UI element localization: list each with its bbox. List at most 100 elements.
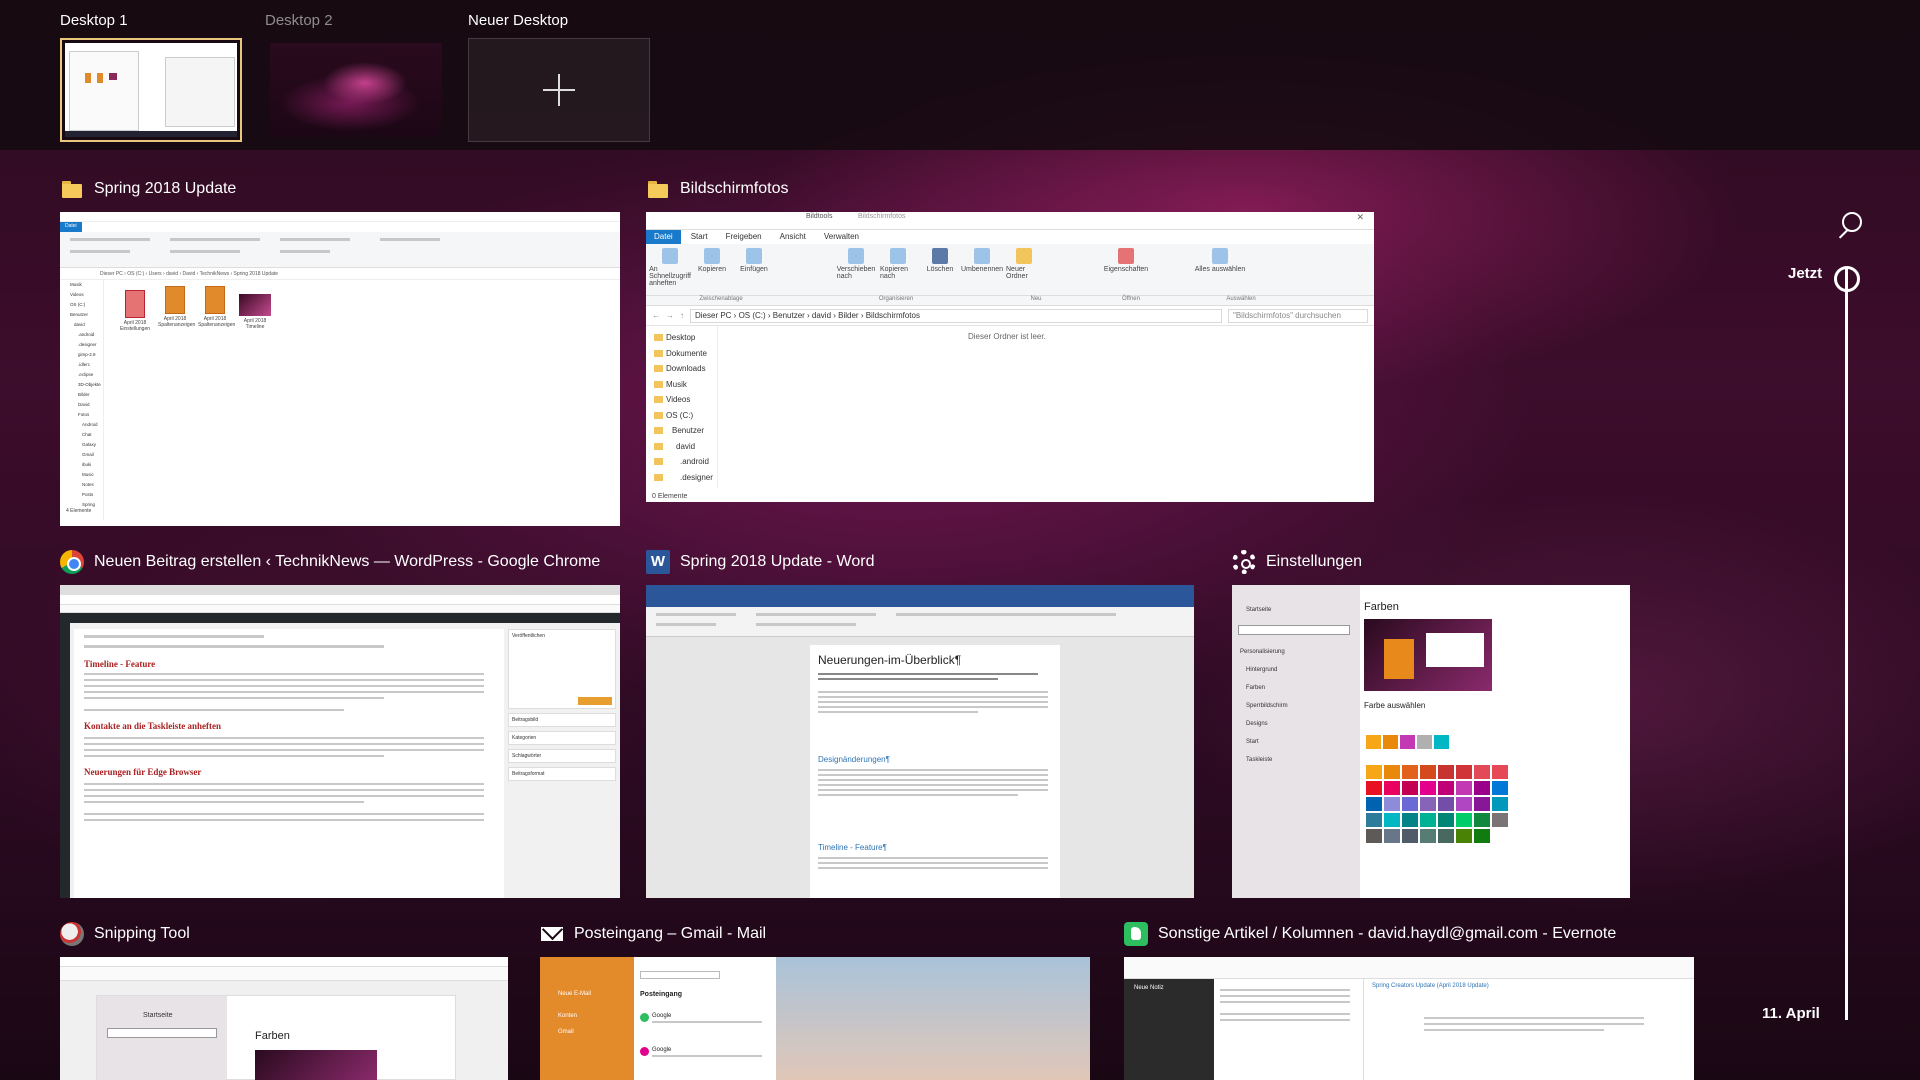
recent-color-swatch[interactable] bbox=[1434, 735, 1449, 749]
color-swatch[interactable] bbox=[1438, 797, 1454, 811]
color-swatch[interactable] bbox=[1402, 829, 1418, 843]
color-swatch[interactable] bbox=[1492, 813, 1508, 827]
color-swatch[interactable] bbox=[1474, 829, 1490, 843]
search-input[interactable]: "Bildschirmfotos" durchsuchen bbox=[1228, 308, 1368, 323]
color-swatch[interactable] bbox=[1456, 813, 1472, 827]
color-swatch[interactable] bbox=[1366, 813, 1382, 827]
tab-start[interactable]: Start bbox=[683, 230, 716, 244]
color-swatch[interactable] bbox=[1438, 765, 1454, 779]
tree-item[interactable]: Dokumente bbox=[646, 346, 717, 362]
color-swatch[interactable] bbox=[1366, 765, 1382, 779]
tab-verwalten[interactable]: Verwalten bbox=[816, 230, 867, 244]
color-swatch[interactable] bbox=[1438, 781, 1454, 795]
color-swatch[interactable] bbox=[1474, 797, 1490, 811]
publish-box[interactable]: Veröffentlichen bbox=[508, 629, 616, 709]
tree-item[interactable]: Musik bbox=[646, 377, 717, 393]
color-swatch[interactable] bbox=[1384, 829, 1400, 843]
color-swatch[interactable] bbox=[1420, 797, 1436, 811]
tree-item[interactable]: .designer bbox=[646, 470, 717, 486]
color-swatch[interactable] bbox=[1402, 765, 1418, 779]
color-swatch[interactable] bbox=[1456, 765, 1472, 779]
recent-color-swatch[interactable] bbox=[1417, 735, 1432, 749]
mail-list[interactable]: Posteingang Google Google bbox=[634, 957, 776, 1080]
recent-color-swatch[interactable] bbox=[1400, 735, 1415, 749]
color-swatch[interactable] bbox=[1384, 781, 1400, 795]
color-swatch[interactable] bbox=[1456, 797, 1472, 811]
color-swatch[interactable] bbox=[1384, 765, 1400, 779]
select-all-button[interactable]: Alles auswählen bbox=[1190, 248, 1250, 291]
window-thumbnail[interactable]: Neuerungen-im-Überblick¶ Designänderunge… bbox=[646, 585, 1194, 898]
tree-item[interactable]: Videos bbox=[646, 392, 717, 408]
properties-button[interactable]: Eigenschaften bbox=[1104, 248, 1148, 291]
tree-item[interactable]: .android bbox=[646, 454, 717, 470]
file-item[interactable]: April 2018 Timeline bbox=[238, 294, 272, 330]
timeline-scrollbar[interactable] bbox=[1845, 268, 1848, 1020]
color-swatch[interactable] bbox=[1402, 813, 1418, 827]
window-thumbnail[interactable]: Startseite Farben bbox=[60, 957, 508, 1080]
tab-datei[interactable]: Datei bbox=[646, 230, 681, 244]
evernote-sidebar[interactable]: Neue Notiz bbox=[1124, 979, 1214, 1080]
copy-to-button[interactable]: Kopieren nach bbox=[880, 248, 916, 291]
forward-arrow-icon[interactable]: → bbox=[666, 311, 674, 320]
color-swatch[interactable] bbox=[1420, 781, 1436, 795]
window-thumbnail[interactable]: Bildtools Bildschirmfotos ✕ Datei Start … bbox=[646, 212, 1374, 502]
color-swatch[interactable] bbox=[1474, 781, 1490, 795]
search-icon[interactable] bbox=[1836, 212, 1862, 238]
window-thumbnail[interactable]: Neue Notiz Spring Creators Update (April… bbox=[1124, 957, 1694, 1080]
color-swatch[interactable] bbox=[1438, 813, 1454, 827]
file-item[interactable]: April 2018 Spaltenanzeigen bbox=[158, 286, 195, 328]
color-swatch[interactable] bbox=[1420, 765, 1436, 779]
address-bar[interactable]: Dieser PC › OS (C:) › Users › david › Da… bbox=[60, 268, 620, 280]
window-thumbnail[interactable]: Startseite Personalisierung Hintergrund … bbox=[1232, 585, 1630, 898]
color-swatch[interactable] bbox=[1384, 797, 1400, 811]
window-thumbnail[interactable]: Neue E-Mail Konten Gmail Posteingang Goo… bbox=[540, 957, 1090, 1080]
window-thumbnail[interactable]: Datei Dieser PC › OS (C:) › Users › davi… bbox=[60, 212, 620, 526]
file-item[interactable]: April 2018 Spaltenanzeigen bbox=[198, 286, 235, 328]
color-swatch[interactable] bbox=[1420, 829, 1436, 843]
paste-button[interactable]: Einfügen bbox=[736, 248, 772, 291]
new-folder-button[interactable]: Neuer Ordner bbox=[1006, 248, 1042, 291]
tree-item[interactable]: david bbox=[646, 439, 717, 455]
up-arrow-icon[interactable]: ↑ bbox=[680, 311, 684, 320]
color-swatch[interactable] bbox=[1474, 813, 1490, 827]
navigation-tree[interactable]: Musik Videos OS (C:) Benutzer david .and… bbox=[60, 280, 104, 520]
color-swatch[interactable] bbox=[1456, 829, 1472, 843]
tree-item[interactable]: Benutzer bbox=[646, 423, 717, 439]
recent-color-swatch[interactable] bbox=[1383, 735, 1398, 749]
color-swatch[interactable] bbox=[1366, 781, 1382, 795]
tree-item[interactable]: Downloads bbox=[646, 361, 717, 377]
recent-color-swatch[interactable] bbox=[1366, 735, 1381, 749]
color-swatch[interactable] bbox=[1366, 797, 1382, 811]
delete-button[interactable]: Löschen bbox=[922, 248, 958, 291]
color-swatch[interactable] bbox=[1456, 781, 1472, 795]
color-swatch[interactable] bbox=[1492, 797, 1508, 811]
close-icon[interactable]: ✕ bbox=[1356, 212, 1364, 223]
address-bar[interactable]: Dieser PC › OS (C:) › Benutzer › david ›… bbox=[690, 308, 1222, 323]
color-swatch[interactable] bbox=[1366, 829, 1382, 843]
color-swatch[interactable] bbox=[1474, 765, 1490, 779]
back-arrow-icon[interactable]: ← bbox=[652, 311, 660, 320]
color-swatch[interactable] bbox=[1492, 781, 1508, 795]
file-area[interactable]: Dieser Ordner ist leer. bbox=[718, 326, 1374, 488]
navigation-tree[interactable]: Desktop Dokumente Downloads Musik Videos… bbox=[646, 326, 718, 488]
desktop-1-thumbnail[interactable] bbox=[60, 38, 242, 142]
new-desktop-button[interactable] bbox=[468, 38, 650, 142]
tree-item[interactable]: OS (C:) bbox=[646, 408, 717, 424]
color-swatch[interactable] bbox=[1492, 765, 1508, 779]
rename-button[interactable]: Umbenennen bbox=[961, 248, 1003, 291]
color-swatch[interactable] bbox=[1402, 797, 1418, 811]
tree-item[interactable]: Desktop bbox=[646, 330, 717, 346]
tab-ansicht[interactable]: Ansicht bbox=[772, 230, 814, 244]
color-swatch[interactable] bbox=[1402, 781, 1418, 795]
mail-nav[interactable]: Neue E-Mail Konten Gmail bbox=[540, 957, 634, 1080]
copy-button[interactable]: Kopieren bbox=[694, 248, 730, 291]
tab-freigeben[interactable]: Freigeben bbox=[718, 230, 770, 244]
desktop-2-thumbnail[interactable] bbox=[265, 38, 447, 142]
pin-quick-access-button[interactable]: An Schnellzugriff anheften bbox=[649, 248, 691, 291]
color-swatch[interactable] bbox=[1420, 813, 1436, 827]
window-thumbnail[interactable]: Timeline - Feature Kontakte an die Taskl… bbox=[60, 585, 620, 898]
color-swatch[interactable] bbox=[1438, 829, 1454, 843]
settings-nav[interactable]: Startseite Personalisierung Hintergrund … bbox=[1232, 585, 1360, 898]
file-area[interactable]: April 2018 Einstellungen April 2018 Spal… bbox=[104, 280, 620, 520]
color-swatch[interactable] bbox=[1384, 813, 1400, 827]
